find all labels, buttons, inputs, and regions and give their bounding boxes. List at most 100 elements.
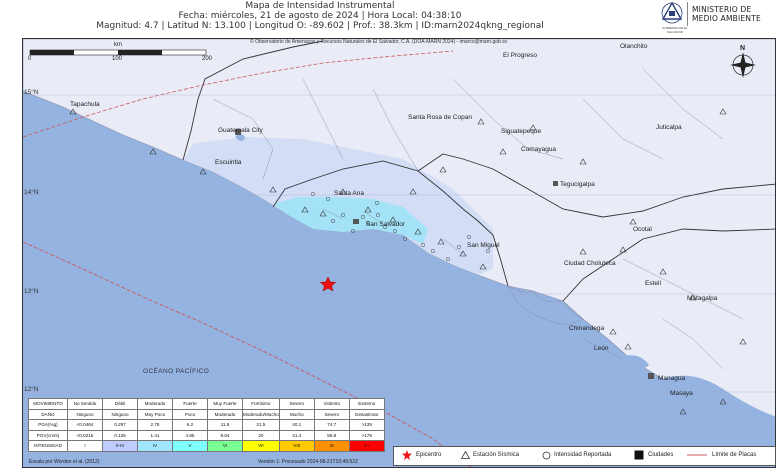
event-parameters: Magnitud: 4.7 | Latitud N: 13.100 | Long… [96, 21, 544, 31]
legend-cell: Fortísimo [242, 398, 280, 410]
place-san-salvador: San Salvador [366, 221, 406, 228]
logo-divider [687, 2, 688, 26]
place-escuintla: Escuintla [215, 159, 242, 166]
legend-row-label: DAÑO [28, 408, 68, 420]
legend-cell: 9.64 [207, 429, 243, 441]
legend-cell: 74.7 [313, 419, 350, 431]
legend-cell: Severo [278, 398, 315, 410]
ministry-line-1: MINISTERIO DE [692, 5, 752, 14]
symbol-reported-label: Intensidad Reportada [554, 452, 612, 458]
legend-cell: Mucho [278, 408, 315, 420]
symbol-legend: Epicentro Estación Sísmica Intensidad Re… [393, 446, 776, 466]
legend-row-label: MOVIMIENTO [28, 398, 68, 410]
place-matagalpa: Matagalpa [687, 295, 718, 302]
legend-row-label: PGA(%g) [28, 419, 68, 431]
intensity-swatch: IX [313, 440, 350, 452]
legend-cell: Extremo [348, 398, 385, 410]
legend-cell: Violento [313, 398, 350, 410]
legend-cell: No Sentido [67, 398, 103, 410]
event-date-time: Fecha: miércoles, 21 de agosto de 2024 |… [178, 11, 462, 21]
legend-cell: 20 [242, 429, 280, 441]
intensity-swatch: V [172, 440, 208, 452]
government-seal-icon [661, 1, 683, 24]
place-esteli: Estelí [645, 280, 662, 287]
legend-cell: Fuerte [172, 398, 208, 410]
place-san-miguel: San Miguel [467, 242, 500, 249]
legend-cell: >139 [348, 419, 385, 431]
legend-row-label: INTENSIDAD [28, 440, 68, 452]
place-juticalpa: Juticalpa [656, 124, 682, 131]
place-el-progreso: El Progreso [503, 52, 537, 59]
compass-north-label: N [740, 45, 746, 52]
scale-label-100: 100 [112, 56, 123, 62]
place-leon: León [594, 345, 609, 352]
legend-row-dano: DAÑO Ninguno Ninguno Muy Poco Poco Moder… [28, 408, 385, 420]
processing-version: Versión 1: Procesado 2024-08-21T10:49:52… [258, 459, 359, 465]
symbol-cities-label: Ciudades [648, 452, 674, 458]
legend-cell: 1.41 [137, 429, 173, 441]
legend-row-intensidad: INTENSIDAD I II-III IV V VI VII VIII IX … [28, 440, 385, 452]
legend-cell: 4.65 [172, 429, 208, 441]
place-tegucigalpa: Tegucigalpa [560, 181, 595, 188]
station-triangle-icon [461, 451, 470, 459]
seal-caption: GOBIERNO DE EL SALVADOR [662, 26, 688, 34]
lat-label-14: 14°N [24, 189, 39, 196]
legend-cell: 2.76 [137, 419, 173, 431]
legend-cell: Muy Poco [137, 408, 173, 420]
symbol-plates-label: Límite de Placas [712, 452, 757, 458]
legend-cell: 0.297 [102, 419, 138, 431]
legend-cell: Moderado [137, 398, 173, 410]
place-masaya: Masaya [670, 390, 693, 397]
intensity-swatch: II-III [102, 440, 138, 452]
map-title: Mapa de Intensidad Instrumental [245, 1, 395, 11]
ministry-line-2: MEDIO AMBIENTE [692, 14, 761, 23]
scale-bar [29, 49, 207, 56]
legend-cell: Poco [172, 408, 208, 420]
place-guatemala-city: Guatemala City [218, 127, 263, 134]
intensity-swatch: I [67, 440, 103, 452]
legend-row-pgv: PGV(cm/s) <0.0215 0.135 1.41 4.65 9.64 2… [28, 429, 385, 441]
city-square-icon [634, 450, 644, 460]
reported-circle-icon [542, 451, 551, 460]
plate-boundary-icon [687, 454, 707, 456]
place-ocotal: Ocotal [633, 226, 652, 233]
place-olanchito: Olanchito [620, 43, 648, 50]
place-comayagua: Comayagua [521, 146, 557, 153]
symbol-epicenter-label: Epicentro [416, 452, 442, 458]
intensity-swatch: VII [242, 440, 280, 452]
intensity-swatch: VI [207, 440, 243, 452]
legend-cell: Moderado/Mucho [242, 408, 280, 420]
legend-cell: Severo [313, 408, 350, 420]
ocean-label: OCÉANO PACÍFICO [143, 368, 210, 375]
legend-cell: 40.1 [278, 419, 315, 431]
place-chinandega: Chinandega [569, 325, 605, 332]
map-credit: © Observatorio de Amenazas y Recursos Na… [250, 39, 508, 45]
legend-cell: 21.5 [242, 419, 280, 431]
map-header: Mapa de Intensidad Instrumental Fecha: m… [0, 0, 780, 36]
lat-label-13: 13°N [24, 288, 39, 295]
intensity-swatch: X+ [348, 440, 385, 452]
place-ciudad-choluteca: Ciudad Choluteca [564, 260, 616, 267]
legend-cell: 6.2 [172, 419, 208, 431]
legend-row-pga: PGA(%g) <0.0464 0.297 2.76 6.2 11.5 21.5… [28, 419, 385, 431]
intensity-swatch: IV [137, 440, 173, 452]
place-tapachula: Tapachula [70, 101, 100, 108]
scale-reference: Escala por Worden et al. (2012) [29, 459, 100, 465]
legend-cell: 41.4 [278, 429, 315, 441]
legend-cell: Ninguno [102, 408, 138, 420]
lat-label-15: 15°N [24, 89, 39, 96]
place-managua: Managua [658, 375, 686, 382]
legend-cell: <0.0215 [67, 429, 103, 441]
scale-label-200: 200 [202, 56, 213, 62]
scale-unit: km [114, 42, 122, 48]
ministry-logo: GOBIERNO DE EL SALVADOR MINISTERIO DE ME… [660, 0, 780, 34]
legend-cell: <0.0464 [67, 419, 103, 431]
legend-cell: Ninguno [67, 408, 103, 420]
legend-row-movimiento: MOVIMIENTO No Sentido Débil Moderado Fue… [28, 398, 385, 410]
legend-cell: 11.5 [207, 419, 243, 431]
intensity-swatch: VIII [278, 440, 315, 452]
legend-cell: 85.8 [313, 429, 350, 441]
intensity-legend-table: MOVIMIENTO No Sentido Débil Moderado Fue… [28, 398, 385, 452]
legend-cell: 0.135 [102, 429, 138, 441]
legend-cell: >178 [348, 429, 385, 441]
